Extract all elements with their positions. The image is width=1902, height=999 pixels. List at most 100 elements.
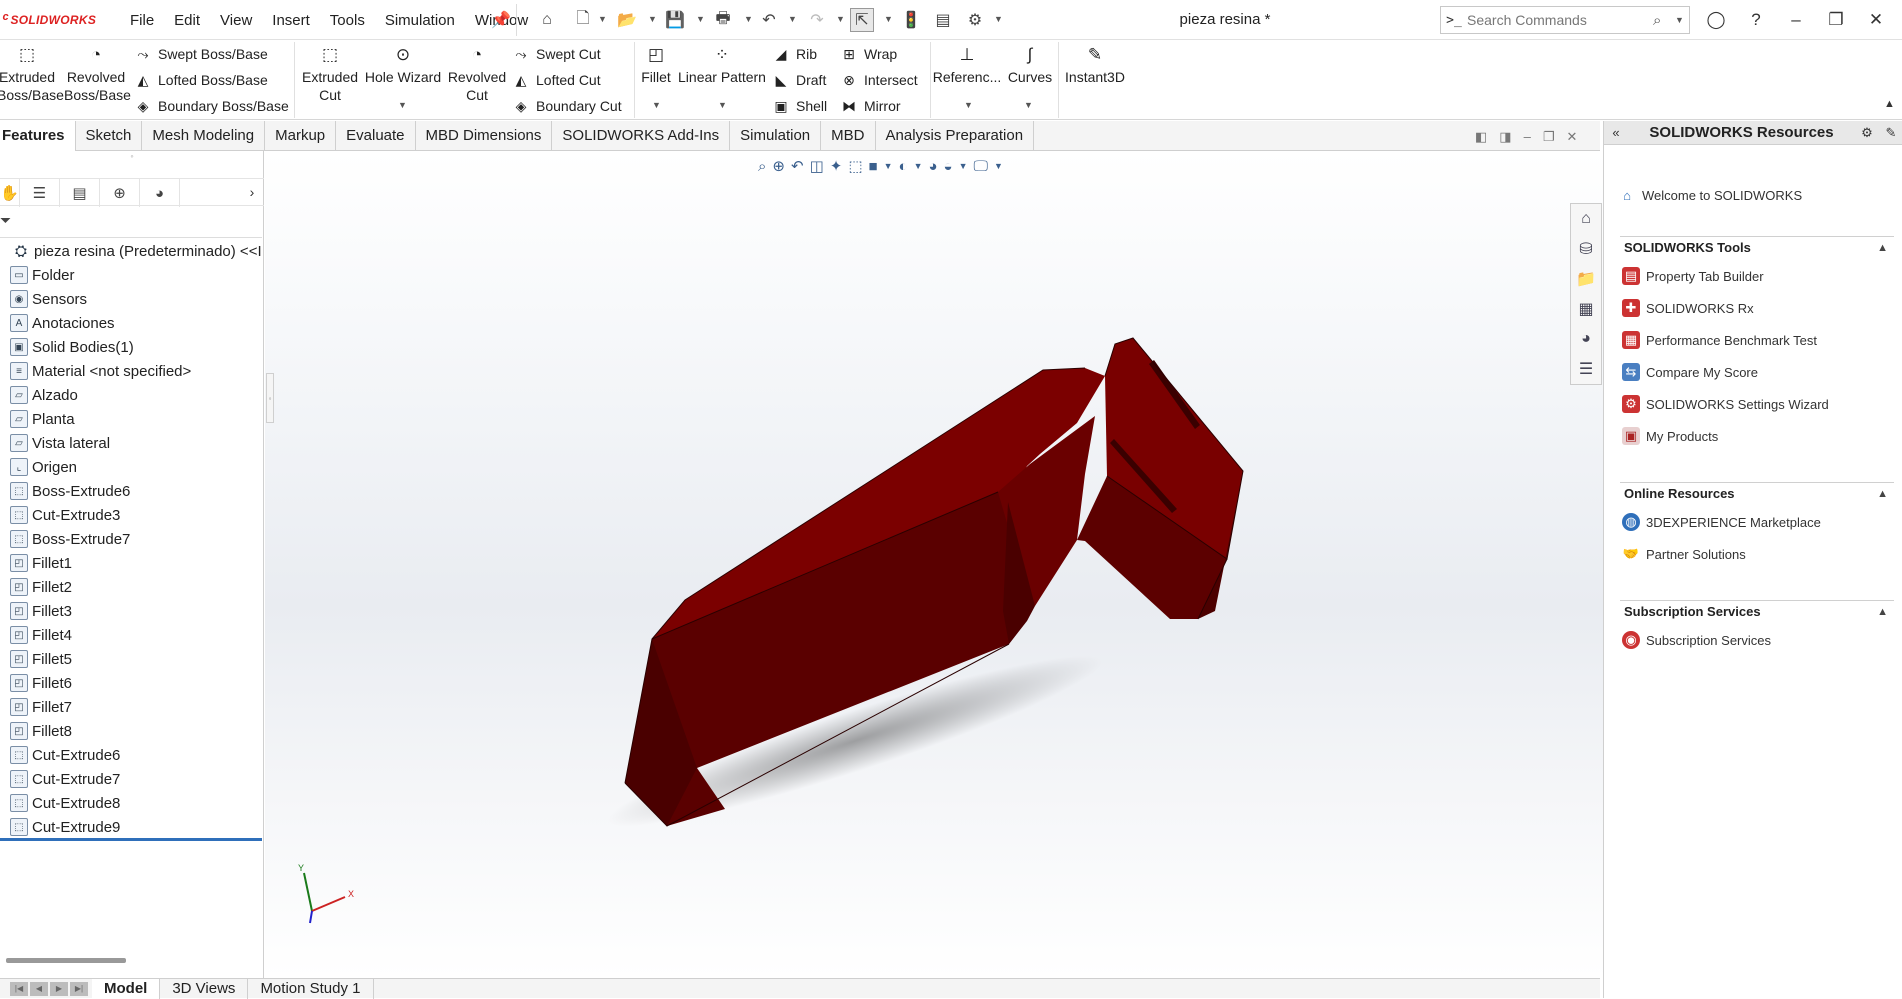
tree-item[interactable]: ▱ Planta [0, 407, 262, 431]
tree-item[interactable]: ⬚ Cut-Extrude7 [0, 767, 262, 791]
subscription-section-header[interactable]: Subscription Services ▲ [1620, 600, 1894, 622]
horizontal-scrollbar[interactable] [6, 958, 126, 963]
chevron-down-icon[interactable]: ▼ [1024, 100, 1033, 110]
redo-icon[interactable]: ↷ [806, 10, 828, 30]
rib-button[interactable]: ◢ Rib [772, 43, 817, 65]
configuration-manager-tab-icon[interactable]: ⊕ [100, 179, 140, 207]
view-settings-icon[interactable]: 🖵 [974, 158, 988, 175]
file-properties-icon[interactable]: ▤ [932, 10, 954, 30]
tree-item[interactable]: ◰ Fillet2 [0, 575, 262, 599]
save-icon[interactable]: 💾 [664, 10, 686, 30]
gear-icon[interactable]: ⚙ [1855, 125, 1879, 141]
linear-pattern-button[interactable]: ⁘ Linear Pattern [678, 44, 766, 86]
prev-tab-icon[interactable]: ◀ [30, 981, 48, 996]
tree-item[interactable]: ⬚ Cut-Extrude3 [0, 503, 262, 527]
print-icon[interactable]: 🖶 [712, 10, 734, 30]
search-input[interactable]: Search Commands [1467, 12, 1653, 28]
display-style-icon[interactable]: ■ [869, 158, 878, 175]
tab-markup[interactable]: Markup [265, 121, 337, 151]
tree-item[interactable]: ◉ Sensors [0, 287, 262, 311]
compare-my-score-link[interactable]: ⇆ Compare My Score [1622, 360, 1758, 384]
settings-wizard-link[interactable]: ⚙ SOLIDWORKS Settings Wizard [1622, 392, 1829, 416]
user-account-icon[interactable]: ◯ [1700, 8, 1732, 32]
design-library-icon[interactable]: ⛁ [1571, 234, 1601, 264]
chevron-down-icon[interactable]: ▼ [744, 14, 753, 24]
tree-item[interactable]: ⬚ Cut-Extrude9 [0, 815, 262, 839]
restore-button[interactable]: ❐ [1820, 8, 1852, 32]
swept-cut-button[interactable]: ⤳ Swept Cut [512, 43, 600, 65]
online-resources-section-header[interactable]: Online Resources ▲ [1620, 482, 1894, 504]
tile-left-icon[interactable]: ◧ [1475, 129, 1487, 145]
chevron-up-icon[interactable]: ▲ [1877, 606, 1888, 618]
curves-button[interactable]: ∫ Curves [1004, 44, 1056, 86]
chevron-down-icon[interactable]: ▼ [884, 161, 893, 171]
traffic-light-icon[interactable]: 🚦 [900, 10, 922, 30]
tree-item[interactable]: ◰ Fillet6 [0, 671, 262, 695]
tree-item[interactable]: ⌞ Origen [0, 455, 262, 479]
previous-view-icon[interactable]: ↶ [791, 157, 804, 175]
chevron-down-icon[interactable]: ▼ [959, 161, 968, 171]
double-chevron-left-icon[interactable]: « [1604, 125, 1628, 140]
revolved-cut-button[interactable]: ◔ Revolved Cut [446, 44, 508, 104]
reference-geometry-button[interactable]: ⊥ Referenc... [933, 44, 1001, 86]
instant3d-button[interactable]: ✎ Instant3D [1062, 44, 1128, 86]
chevron-up-icon[interactable]: ▲ [1884, 98, 1895, 110]
tree-item[interactable]: ◰ Fillet1 [0, 551, 262, 575]
property-manager-tab-icon[interactable]: ▤ [60, 179, 100, 207]
swept-boss-button[interactable]: ⤳ Swept Boss/Base [134, 43, 267, 65]
chevron-up-icon[interactable]: ▲ [1877, 242, 1888, 254]
chevron-down-icon[interactable]: ▼ [652, 100, 661, 110]
view-palette-icon[interactable]: ▦ [1571, 294, 1601, 324]
pin-icon[interactable]: ✎ [1879, 125, 1902, 141]
3dexperience-marketplace-link[interactable]: ◍ 3DEXPERIENCE Marketplace [1622, 510, 1821, 534]
appearances-icon[interactable]: ◕ [1571, 324, 1601, 354]
tree-item[interactable]: ≡ Material <not specified> [0, 359, 262, 383]
tree-item[interactable]: ⬚ Cut-Extrude6 [0, 743, 262, 767]
file-explorer-icon[interactable]: 📁 [1571, 264, 1601, 294]
solidworks-rx-link[interactable]: ✚ SOLIDWORKS Rx [1622, 296, 1754, 320]
edit-appearance-icon[interactable]: ◕ [928, 158, 937, 175]
tab-3d-views[interactable]: 3D Views [160, 978, 249, 999]
home-icon[interactable]: ⌂ [536, 10, 558, 30]
zoom-to-area-icon[interactable]: ⊕ [772, 157, 785, 175]
tree-item[interactable]: ◰ Fillet3 [0, 599, 262, 623]
chevron-down-icon[interactable]: ▼ [994, 161, 1003, 171]
tree-item[interactable]: ◰ Fillet8 [0, 719, 262, 743]
tab-mbd[interactable]: MBD [821, 121, 876, 151]
tree-item[interactable]: ◰ Fillet5 [0, 647, 262, 671]
hole-wizard-button[interactable]: ⊙ Hole Wizard [362, 44, 444, 86]
chevron-down-icon[interactable]: ▼ [914, 161, 923, 171]
zoom-to-fit-icon[interactable]: ⌕ [758, 158, 766, 175]
chevron-down-icon[interactable]: ▼ [964, 100, 973, 110]
tab-sketch[interactable]: Sketch [76, 121, 143, 151]
chevron-down-icon[interactable]: ▼ [398, 100, 407, 110]
lofted-cut-button[interactable]: ◭ Lofted Cut [512, 69, 601, 91]
open-folder-icon[interactable]: 📂 [616, 10, 638, 30]
select-pointer-icon[interactable]: ⇱ [850, 8, 874, 32]
display-manager-tab-icon[interactable]: ◕ [140, 179, 180, 207]
shell-button[interactable]: ▣ Shell [772, 95, 827, 117]
draft-button[interactable]: ◣ Draft [772, 69, 827, 91]
apply-scene-icon[interactable]: ◒ [944, 158, 953, 175]
menu-file[interactable]: File [120, 12, 164, 29]
tree-item[interactable]: ▱ Alzado [0, 383, 262, 407]
tree-item[interactable]: ⬚ Boss-Extrude7 [0, 527, 262, 551]
my-products-link[interactable]: ▣ My Products [1622, 424, 1718, 448]
extruded-cut-button[interactable]: ⬚ Extruded Cut [300, 44, 360, 104]
panel-splitter[interactable]: ◦ [266, 373, 274, 423]
help-icon[interactable]: ? [1740, 8, 1772, 32]
chevron-down-icon[interactable]: ▼ [598, 14, 607, 24]
lofted-boss-button[interactable]: ◭ Lofted Boss/Base [134, 69, 268, 91]
new-document-icon[interactable]: 🗋 [572, 10, 594, 30]
chevron-down-icon[interactable]: ▼ [994, 14, 1003, 24]
extruded-boss-button[interactable]: ⬚ Extruded Boss/Base [0, 44, 64, 104]
section-view-icon[interactable]: ◫ [810, 157, 824, 175]
rollback-bar[interactable] [0, 838, 262, 841]
boundary-cut-button[interactable]: ◈ Boundary Cut [512, 95, 622, 117]
viewport-restore-icon[interactable]: ❐ [1543, 129, 1555, 145]
view-orientation-icon[interactable]: ⬚ [848, 157, 862, 175]
tab-solidworks-add-ins[interactable]: SOLIDWORKS Add-Ins [552, 121, 731, 151]
chevron-down-icon[interactable]: ▼ [718, 100, 727, 110]
subscription-services-link[interactable]: ◉ Subscription Services [1622, 628, 1771, 652]
tree-item[interactable]: ▣ Solid Bodies(1) [0, 335, 262, 359]
